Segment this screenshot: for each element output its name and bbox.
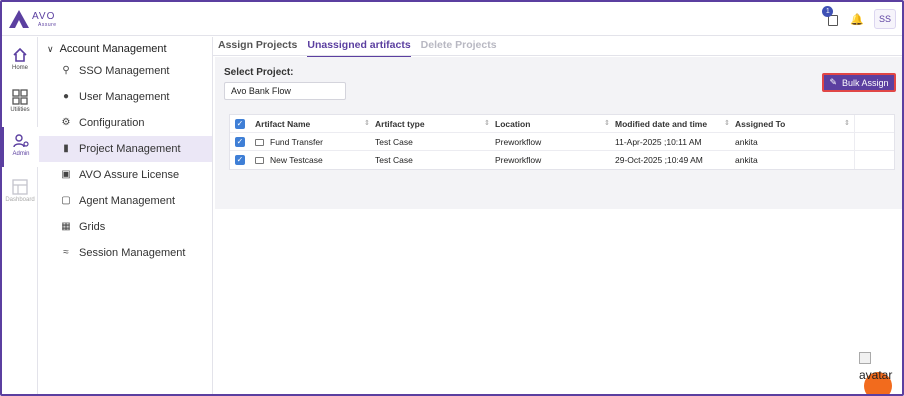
sidebar-item-label: SSO Management bbox=[79, 65, 170, 77]
location-cell: Preworkflow bbox=[495, 137, 542, 147]
row-checkbox[interactable]: ✓ bbox=[235, 137, 245, 147]
sidebar-item-label: Project Management bbox=[79, 143, 181, 155]
table-row[interactable]: ✓ New Testcase Test Case Preworkflow 29-… bbox=[230, 151, 894, 169]
admin-sidebar: ∨ Account Management ⚲ SSO Management ● … bbox=[39, 37, 213, 394]
license-icon: ▣ bbox=[61, 169, 71, 180]
account-management-header[interactable]: ∨ Account Management bbox=[47, 40, 167, 58]
clipboard-icon bbox=[828, 15, 839, 26]
rail-home[interactable]: Home bbox=[2, 41, 38, 81]
home-icon bbox=[13, 47, 27, 62]
gear-icon: ⚙ bbox=[61, 117, 71, 128]
sidebar-item-label: Session Management bbox=[79, 247, 186, 259]
brand-name: AVO bbox=[32, 11, 56, 22]
sidebar-item-label: Configuration bbox=[79, 117, 145, 129]
artifact-name-cell: Fund Transfer bbox=[255, 133, 323, 151]
sidebar-item-label: Grids bbox=[79, 221, 106, 233]
avatar-alt-text: avatar bbox=[859, 368, 893, 382]
sidebar-item-label: User Management bbox=[79, 91, 170, 103]
column-header[interactable]: Modified date and time bbox=[615, 115, 707, 133]
select-all-checkbox[interactable]: ✓ bbox=[235, 119, 245, 129]
column-divider bbox=[854, 133, 855, 151]
modified-cell: 29-Oct-2025 ;10:49 AM bbox=[615, 155, 703, 165]
table-header-row: ✓ Artifact Name ⇕ Artifact type ⇕ Locati… bbox=[230, 115, 894, 133]
rail-admin-label: Admin bbox=[12, 151, 30, 157]
sidebar-item-agent-management[interactable]: ▢ Agent Management bbox=[39, 188, 212, 214]
artifact-type-cell: Test Case bbox=[375, 155, 413, 165]
task-icon[interactable]: 1 bbox=[822, 6, 840, 26]
rail-admin[interactable]: Admin bbox=[2, 127, 38, 167]
nav-rail: Home Utilities Admin Dashboard bbox=[2, 37, 38, 394]
sidebar-item-label: AVO Assure License bbox=[79, 169, 180, 181]
modified-cell: 11-Apr-2025 ;10:11 AM bbox=[615, 137, 702, 147]
grid-icon bbox=[12, 89, 28, 105]
brand-sub: Assure bbox=[38, 22, 57, 28]
column-header[interactable]: Assigned To bbox=[735, 115, 785, 133]
sort-icon[interactable]: ⇕ bbox=[364, 115, 370, 133]
rail-utilities-label: Utilities bbox=[10, 107, 30, 113]
sidebar-item-session-management[interactable]: ≈ Session Management bbox=[39, 240, 212, 266]
sort-icon[interactable]: ⇕ bbox=[724, 115, 730, 133]
account-management-label: Account Management bbox=[59, 43, 167, 55]
sidebar-item-users[interactable]: ● User Management bbox=[39, 84, 212, 110]
logo-mark-icon bbox=[9, 10, 29, 28]
sidebar-item-project-management[interactable]: ▮ Project Management bbox=[39, 136, 212, 162]
column-header[interactable]: Artifact Name bbox=[255, 115, 310, 133]
rail-utilities[interactable]: Utilities bbox=[2, 83, 38, 123]
chat-avatar[interactable]: avatar bbox=[859, 352, 899, 394]
artifact-name: Fund Transfer bbox=[270, 137, 323, 147]
sort-icon[interactable]: ⇕ bbox=[844, 115, 850, 133]
avo-logo[interactable]: AVO Assure bbox=[8, 9, 58, 31]
sidebar-item-sso[interactable]: ⚲ SSO Management bbox=[39, 58, 212, 84]
select-project-label: Select Project: bbox=[224, 67, 294, 78]
artifact-name: New Testcase bbox=[270, 155, 323, 165]
document-icon: ▮ bbox=[63, 143, 69, 154]
column-header[interactable]: Artifact type bbox=[375, 115, 425, 133]
sort-icon[interactable]: ⇕ bbox=[484, 115, 490, 133]
session-icon: ≈ bbox=[63, 247, 69, 258]
bell-icon[interactable]: 🔔 bbox=[850, 13, 864, 26]
column-divider bbox=[854, 151, 855, 169]
artifact-type-cell: Test Case bbox=[375, 137, 413, 147]
location-cell: Preworkflow bbox=[495, 155, 542, 165]
top-icons: 1 🔔 SS bbox=[822, 6, 896, 30]
app-frame: AVO Assure 1 🔔 SS Home Utilities Admin D… bbox=[0, 0, 904, 396]
monitor-icon: ▢ bbox=[61, 195, 71, 206]
sidebar-item-license[interactable]: ▣ AVO Assure License bbox=[39, 162, 212, 188]
testcase-icon bbox=[255, 139, 264, 146]
column-header[interactable]: Location bbox=[495, 115, 530, 133]
grid-icon: ▦ bbox=[61, 221, 71, 232]
project-select[interactable]: Avo Bank Flow bbox=[224, 82, 346, 100]
dashboard-icon bbox=[12, 179, 28, 195]
bulk-assign-label: Bulk Assign bbox=[842, 77, 889, 88]
assigned-cell: ankita bbox=[735, 137, 758, 147]
top-bar: AVO Assure 1 🔔 SS bbox=[2, 2, 902, 36]
sidebar-item-configuration[interactable]: ⚙ Configuration bbox=[39, 110, 212, 136]
bulk-assign-button[interactable]: ✎ Bulk Assign bbox=[822, 73, 896, 92]
user-icon: ● bbox=[62, 91, 70, 102]
admin-icon bbox=[13, 134, 29, 148]
key-icon: ⚲ bbox=[62, 65, 70, 76]
sidebar-item-label: Agent Management bbox=[79, 195, 176, 207]
sort-icon[interactable]: ⇕ bbox=[604, 115, 610, 133]
artifacts-panel: Select Project: Avo Bank Flow ✎ Bulk Ass… bbox=[215, 57, 902, 209]
artifact-name-cell: New Testcase bbox=[255, 151, 323, 169]
pencil-icon: ✎ bbox=[829, 77, 837, 87]
testcase-icon bbox=[255, 157, 264, 164]
rail-home-label: Home bbox=[11, 65, 28, 71]
chevron-down-icon: ∨ bbox=[47, 43, 54, 54]
assigned-cell: ankita bbox=[735, 155, 758, 165]
main-content: Assign Projects Unassigned artifacts Del… bbox=[213, 37, 902, 394]
artifacts-table: ✓ Artifact Name ⇕ Artifact type ⇕ Locati… bbox=[229, 114, 895, 170]
row-checkbox[interactable]: ✓ bbox=[235, 155, 245, 165]
column-divider bbox=[854, 115, 855, 133]
user-avatar[interactable]: SS bbox=[874, 9, 896, 29]
table-row[interactable]: ✓ Fund Transfer Test Case Preworkflow 11… bbox=[230, 133, 894, 151]
broken-image-icon bbox=[859, 352, 871, 364]
tab-divider bbox=[213, 55, 902, 56]
sidebar-item-grids[interactable]: ▦ Grids bbox=[39, 214, 212, 240]
rail-dashboard-label: Dashboard bbox=[5, 197, 35, 203]
rail-dashboard[interactable]: Dashboard bbox=[2, 173, 38, 213]
